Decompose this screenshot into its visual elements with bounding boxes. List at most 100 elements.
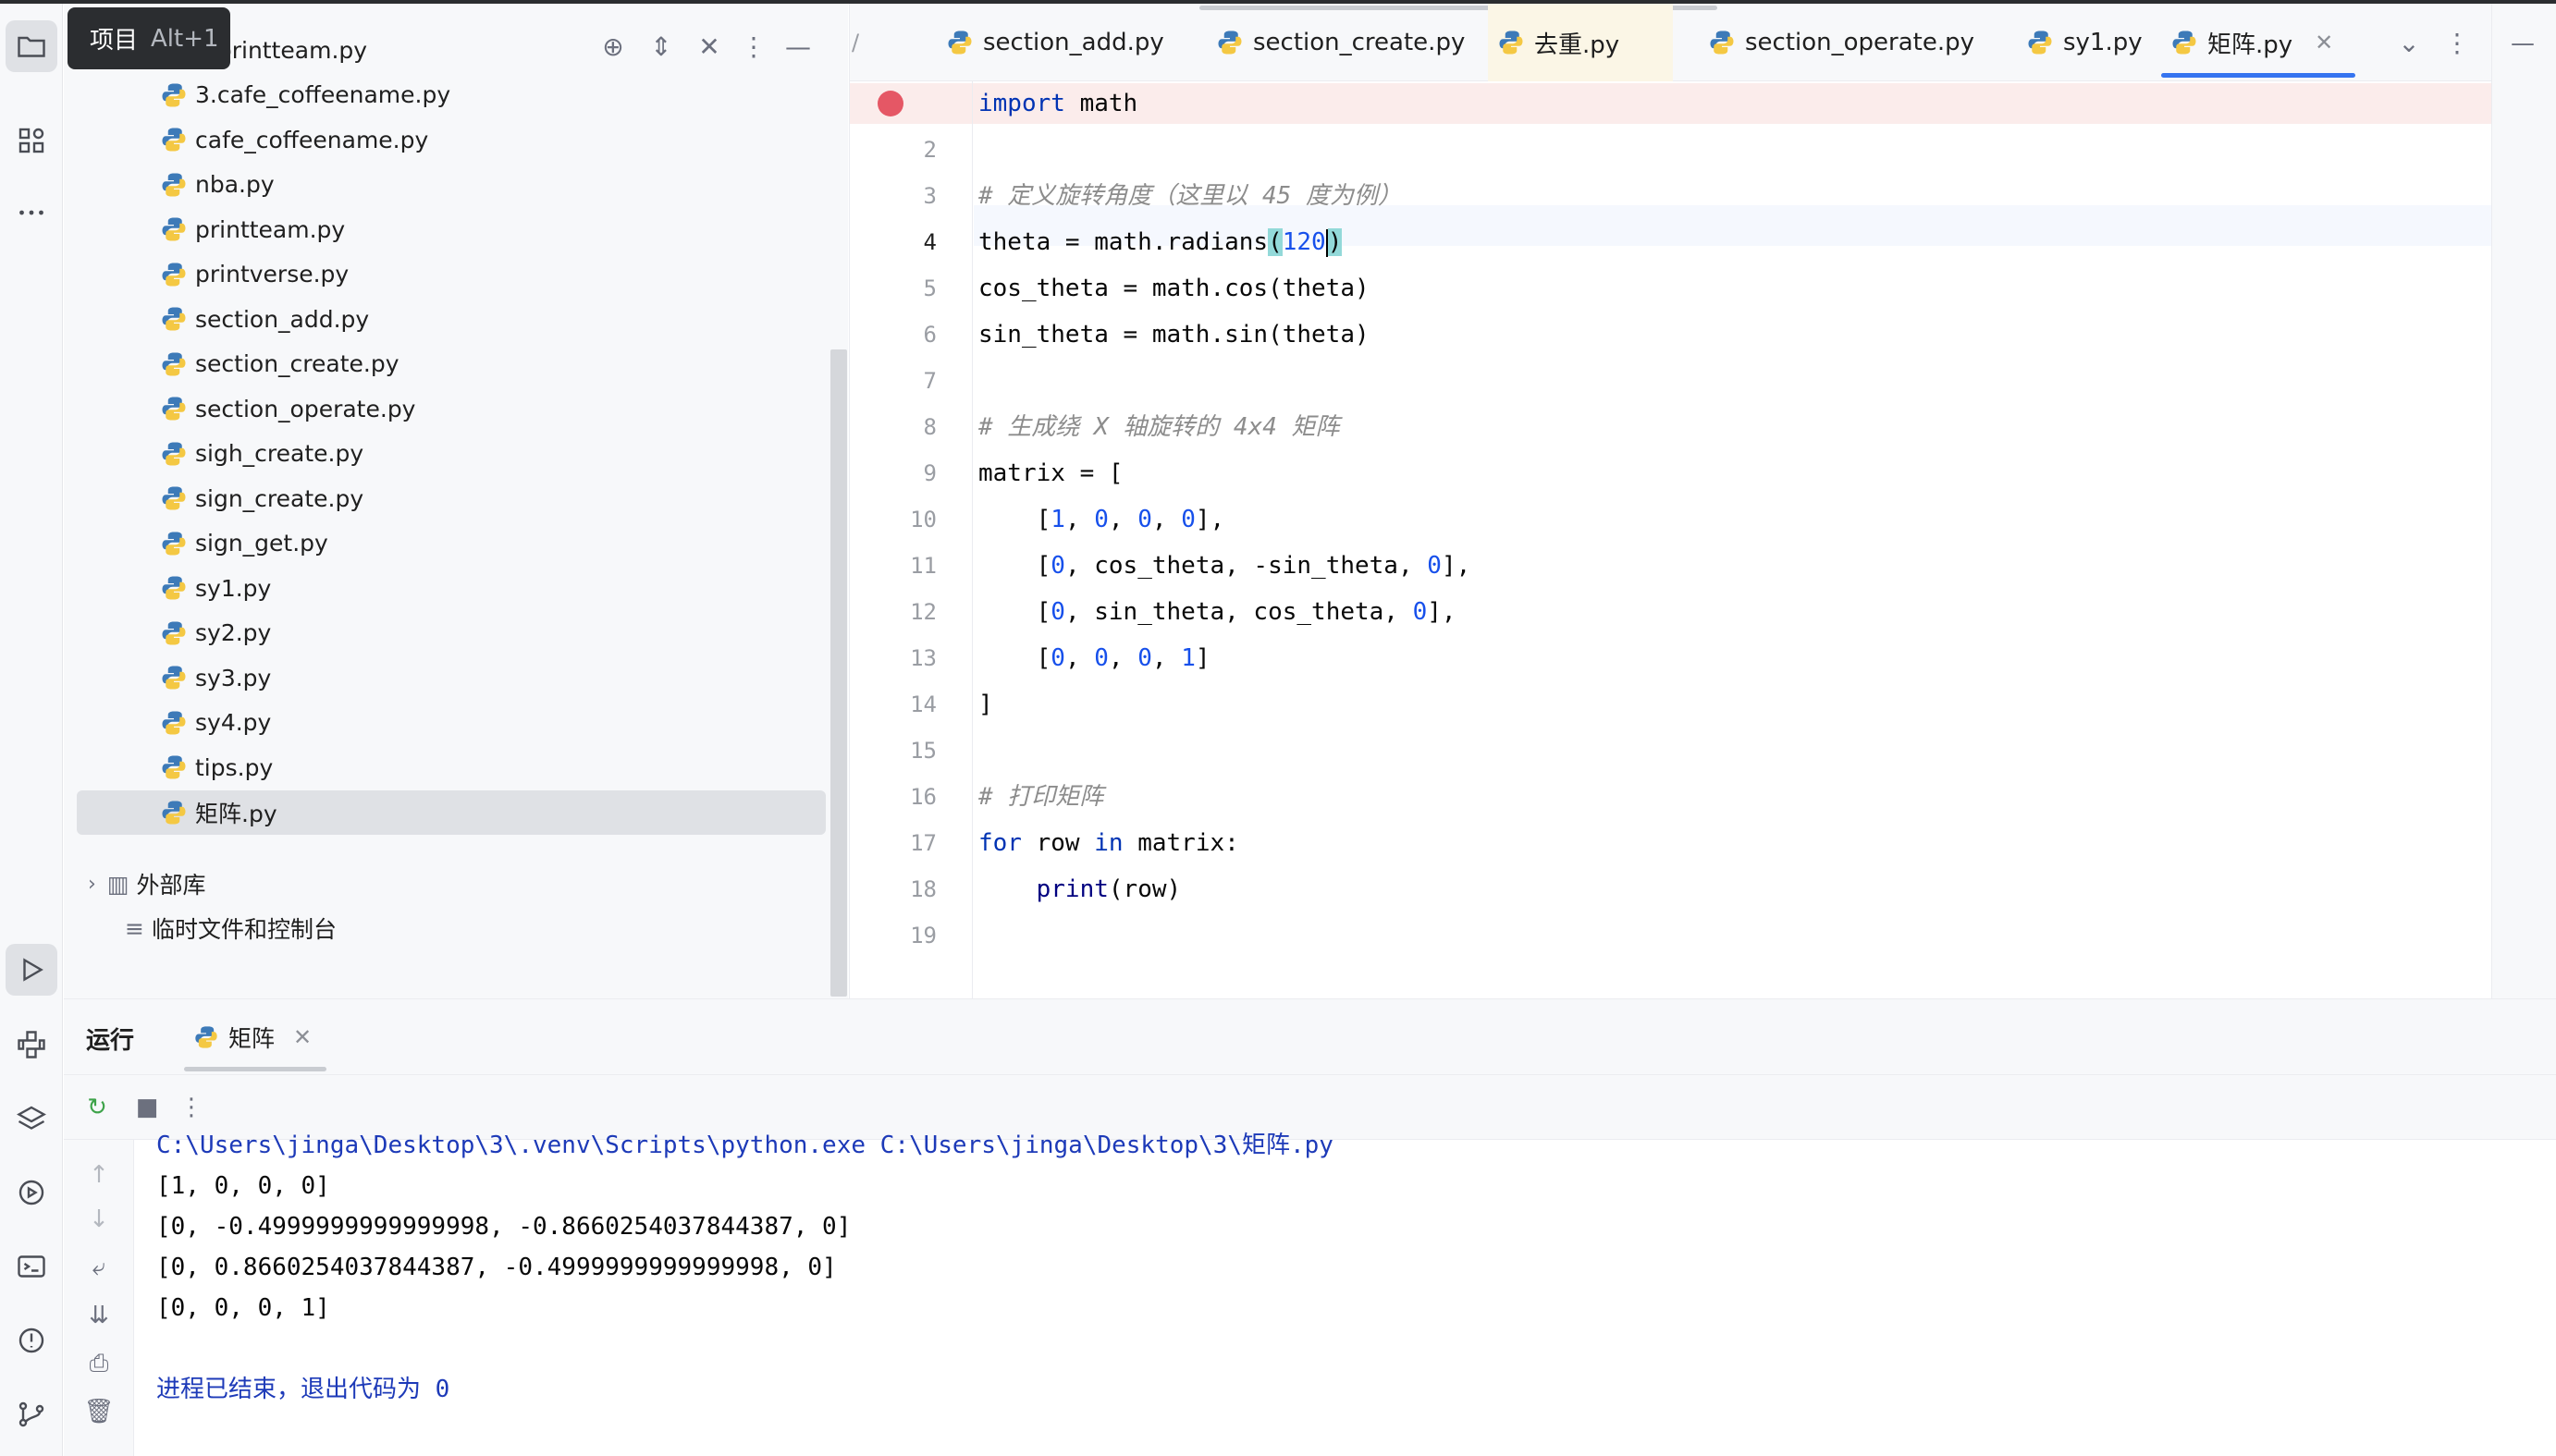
project-tooltip: 项目 Alt+1 xyxy=(68,7,230,69)
editor-tab-label: 去重.py xyxy=(1534,31,1620,59)
line-number: 10 xyxy=(910,507,937,532)
locate-icon[interactable]: ⊕ xyxy=(596,30,630,63)
scratches-and-consoles[interactable]: ≡ 临时文件和控制台 xyxy=(125,906,337,950)
code-line: import math xyxy=(978,90,1138,117)
python-file-icon xyxy=(162,576,186,600)
tree-file-label: section_add.py xyxy=(195,305,370,333)
tree-file-label: sy4.py xyxy=(195,709,272,736)
chevron-down-icon[interactable]: ⌄ xyxy=(2392,26,2426,59)
tree-file-item[interactable]: sign_create.py xyxy=(160,476,363,520)
arrow-up-icon[interactable]: ↑ xyxy=(82,1158,116,1192)
rerun-icon[interactable]: ↻ xyxy=(80,1091,114,1124)
folder-icon[interactable] xyxy=(6,20,57,72)
collapse-all-icon[interactable]: ✕ xyxy=(693,30,726,63)
tree-file-item[interactable]: cafe_coffeename.py xyxy=(160,117,428,162)
run-tab-label: 矩阵 xyxy=(228,1025,276,1052)
print-icon[interactable]: ⎙ xyxy=(82,1347,116,1380)
code-line: cos_theta = math.cos(theta) xyxy=(978,275,1370,302)
editor-tab[interactable]: section_operate.py xyxy=(1699,4,2013,81)
layers-icon[interactable] xyxy=(6,1093,57,1144)
line-number: 4 xyxy=(923,229,937,255)
run-icon[interactable] xyxy=(6,944,57,996)
tree-file-item[interactable]: sy2.py xyxy=(160,611,271,655)
line-number: 5 xyxy=(923,275,937,301)
python-console-icon[interactable] xyxy=(6,1019,57,1071)
right-tool-strip: — xyxy=(2491,4,2556,998)
close-icon[interactable]: ✕ xyxy=(2315,30,2333,55)
line-number: 11 xyxy=(910,553,937,579)
code-line: # 定义旋转角度（这里以 45 度为例） xyxy=(978,182,1402,210)
tree-file-label: sign_create.py xyxy=(195,484,364,512)
git-icon[interactable] xyxy=(6,1389,57,1440)
more-options-icon[interactable]: ⋮ xyxy=(175,1091,208,1124)
python-file-icon xyxy=(2028,31,2052,55)
run-tab[interactable]: 矩阵 ✕ xyxy=(184,999,327,1075)
editor-tab[interactable]: section_create.py xyxy=(1207,4,1501,81)
tree-file-label: sigh_create.py xyxy=(195,440,364,467)
problems-icon[interactable] xyxy=(6,1315,57,1366)
structure-icon[interactable] xyxy=(6,115,57,166)
code-line: matrix = [ xyxy=(978,459,1124,487)
python-file-icon xyxy=(162,173,186,196)
hide-panel-icon[interactable]: — xyxy=(781,30,815,63)
tree-file-label: tips.py xyxy=(195,753,274,781)
line-number: 9 xyxy=(923,460,937,486)
python-file-icon xyxy=(1710,31,1734,55)
editor-area: / section_add.py section_create.py 去重.py se… xyxy=(849,4,2556,998)
soft-wrap-icon[interactable]: ⤶ xyxy=(82,1251,116,1284)
tree-file-item[interactable]: tips.py xyxy=(160,745,273,789)
run-panel: 运行 矩阵 ✕ ↻ ■ ⋮ ↑ ↓ ⤶ ⇊ ⎙ 🗑 C:\Users\jinga… xyxy=(64,998,2556,1456)
python-file-icon xyxy=(1499,31,1523,55)
tree-file-label: sy2.py xyxy=(195,619,272,646)
trash-icon[interactable]: 🗑 xyxy=(82,1395,116,1428)
python-file-icon xyxy=(162,666,186,690)
expand-all-icon[interactable]: ⇕ xyxy=(645,30,678,63)
tree-file-item[interactable]: section_operate.py xyxy=(160,386,415,431)
scratch-icon: ≡ xyxy=(125,914,144,942)
line-number: 18 xyxy=(910,876,937,902)
close-icon[interactable]: ✕ xyxy=(293,1024,312,1050)
editor-tab[interactable]: 矩阵.py ✕ xyxy=(2161,4,2355,81)
tree-file-item[interactable]: sy4.py xyxy=(160,701,271,745)
code-line: ] xyxy=(978,691,993,718)
tree-file-item[interactable]: section_create.py xyxy=(160,342,399,386)
project-scrollbar[interactable] xyxy=(830,349,847,997)
arrow-down-icon[interactable]: ↓ xyxy=(82,1203,116,1236)
line-number: 16 xyxy=(910,784,937,810)
python-file-icon xyxy=(195,1026,217,1048)
breakpoint-icon[interactable] xyxy=(878,91,903,116)
minimize-icon[interactable]: — xyxy=(2511,30,2535,57)
editor-tab[interactable]: 去重.py xyxy=(1488,4,1673,81)
tree-file-item[interactable]: nba.py xyxy=(160,163,275,207)
line-gutter[interactable]: 2 3 4 5 6 7 8 9 10 11 12 13 14 15 16 17 18 19 xyxy=(850,81,973,998)
tree-file-item[interactable]: sy3.py xyxy=(160,655,271,700)
terminal-icon[interactable] xyxy=(6,1241,57,1292)
python-file-icon xyxy=(162,307,186,331)
options-icon[interactable]: ⋮ xyxy=(737,30,770,63)
tab-options-icon[interactable]: ⋮ xyxy=(2440,26,2474,59)
more-icon[interactable] xyxy=(6,187,57,239)
stop-icon[interactable]: ■ xyxy=(130,1091,164,1124)
tree-file-item[interactable]: 3.cafe_coffeename.py xyxy=(160,73,450,117)
editor-tab[interactable]: sy1.py xyxy=(2017,4,2156,81)
python-file-icon xyxy=(162,352,186,375)
editor-tab[interactable]: section_add.py xyxy=(937,4,1177,81)
console-line: [1, 0, 0, 0] xyxy=(156,1172,330,1200)
editor-tab-label: section_operate.py xyxy=(1745,29,1975,56)
external-libraries[interactable]: › ▥ 外部库 xyxy=(88,862,205,906)
tree-file-item[interactable]: sigh_create.py xyxy=(160,432,363,476)
tree-file-label: 3.cafe_coffeename.py xyxy=(195,81,451,108)
tree-file-label: 矩阵.py xyxy=(195,800,277,827)
services-icon[interactable] xyxy=(6,1167,57,1218)
tree-file-item[interactable]: sy1.py xyxy=(160,566,271,610)
scroll-to-end-icon[interactable]: ⇊ xyxy=(82,1299,116,1332)
tree-file-item[interactable]: sign_get.py xyxy=(160,521,328,566)
tree-file-item[interactable]: 矩阵.py xyxy=(77,789,826,835)
tree-file-item[interactable]: printteam.py xyxy=(160,207,345,251)
console-exit-message: 进程已结束，退出代码为 0 xyxy=(156,1376,450,1403)
python-file-icon xyxy=(162,532,186,555)
chevron-right-icon[interactable]: › xyxy=(88,873,96,896)
tree-file-label: section_create.py xyxy=(195,350,399,377)
tree-file-item[interactable]: printverse.py xyxy=(160,252,349,297)
tree-file-item[interactable]: section_add.py xyxy=(160,297,369,341)
